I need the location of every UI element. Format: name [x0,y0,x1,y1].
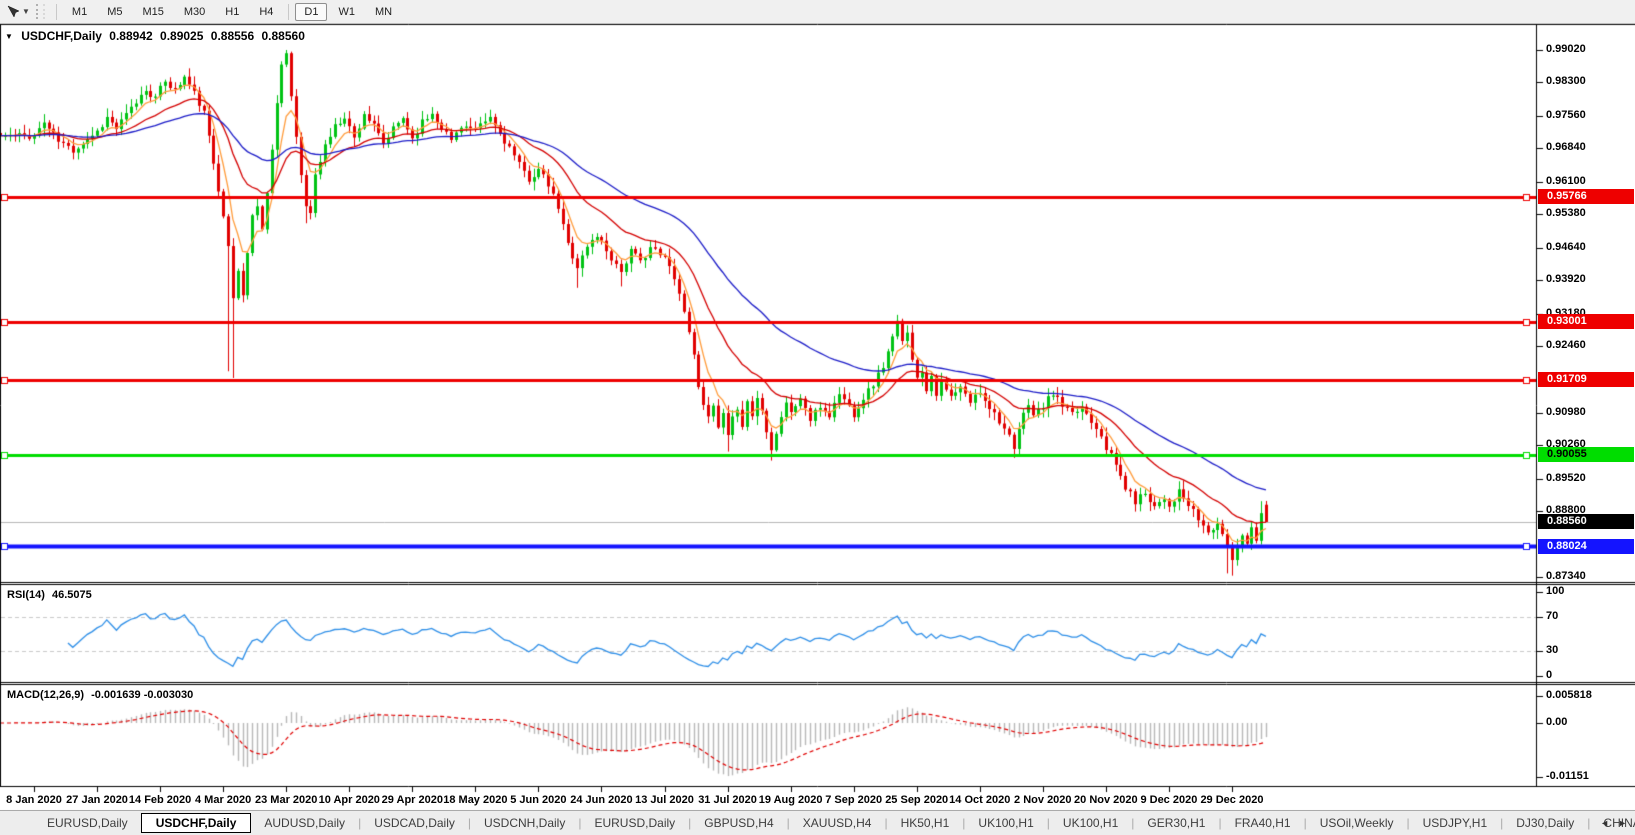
tab-hk50-h1[interactable]: HK50,H1 [888,813,963,833]
chart-canvas[interactable] [0,0,1635,835]
price-axis-tick: 0.90980 [1546,405,1586,418]
low-value: 0.88556 [210,29,255,43]
price-axis-tick: 0.87340 [1546,570,1586,582]
terminal-window: ▼ M1M5M15M30H1H4D1W1MN ▼ USDCHF,Daily 0.… [0,0,1635,835]
tab-usdcnh-daily[interactable]: USDCNH,Daily [471,813,578,833]
price-axis-tick: 0.99020 [1546,43,1586,55]
chart-tab-bar: EURUSD,Daily USDCHF,Daily AUDUSD,Daily | USD… [0,810,1635,835]
tab-usdchf-daily[interactable]: USDCHF,Daily [140,813,252,833]
chart-title: ▼ USDCHF,Daily 0.88942 0.89025 0.88556 0… [5,29,309,43]
tab-fra40-h1[interactable]: FRA40,H1 [1222,813,1304,833]
level-badge: 0.91709 [1538,372,1634,388]
price-axis-tick: 0.96840 [1546,141,1586,154]
tab-china300-h1[interactable]: CHINA300,H1 [1590,813,1635,833]
rsi-indicator-label: RSI(14) 46.5075 [7,589,96,601]
symbol-period-label: USDCHF,Daily [21,29,102,43]
date-label: 14 Feb 2020 [128,794,192,806]
rsi-axis-tick: 100 [1546,585,1565,597]
rsi-value: 46.5075 [51,589,92,601]
date-label: 18 May 2020 [443,794,508,806]
macd-indicator-label: MACD(12,26,9) -0.001639 -0.003030 [7,689,197,701]
date-label: 24 Jun 2020 [570,794,633,806]
tab-uk100-h1[interactable]: UK100,H1 [1050,813,1131,833]
price-axis-tick: 0.98300 [1546,75,1586,88]
current-price-badge: 0.88560 [1538,514,1634,530]
date-label: 29 Apr 2020 [381,794,443,806]
tab-eurusd-daily[interactable]: EURUSD,Daily [34,813,141,833]
tab-xauusd-h4[interactable]: XAUUSD,H4 [790,813,885,833]
date-label: 10 Apr 2020 [318,794,380,806]
tab-audusd-daily[interactable]: AUDUSD,Daily [251,813,358,833]
tab-uk100-h1[interactable]: UK100,H1 [965,813,1046,833]
date-label: 9 Dec 2020 [1140,794,1198,806]
level-badge: 0.88024 [1538,538,1634,554]
rsi-axis-tick: 30 [1546,643,1559,656]
tab-ger30-h1[interactable]: GER30,H1 [1134,813,1218,833]
collapse-icon[interactable]: ▼ [5,32,13,41]
price-axis-tick: 0.89520 [1546,471,1586,484]
date-label: 4 Mar 2020 [195,794,252,806]
date-label: 23 Mar 2020 [254,794,318,806]
tab-usdjpy-h1[interactable]: USDJPY,H1 [1410,813,1500,833]
date-label: 20 Nov 2020 [1074,794,1138,806]
price-axis-tick: 0.97560 [1546,108,1586,121]
price-axis-tick: 0.92460 [1546,338,1586,351]
tab-gbpusd-h4[interactable]: GBPUSD,H4 [691,813,786,833]
macd-axis-tick: 0.00 [1546,716,1568,728]
rsi-axis-tick: 0 [1546,669,1553,681]
date-label: 2 Nov 2020 [1014,794,1072,806]
price-axis-tick: 0.96100 [1546,174,1586,187]
level-badge: 0.93001 [1538,314,1634,330]
date-label: 8 Jan 2020 [6,794,62,806]
date-label: 25 Sep 2020 [885,794,949,806]
tab-eurusd-daily[interactable]: EURUSD,Daily [581,813,688,833]
level-badge: 0.90055 [1538,447,1634,462]
tab-scroll-left-icon[interactable]: ◄ [1600,818,1609,828]
price-axis-tick: 0.95380 [1546,207,1586,220]
tab-scroll-right-icon[interactable]: ► [1618,818,1627,828]
tab-usoil-weekly[interactable]: USOil,Weekly [1307,813,1407,833]
date-label: 5 Jun 2020 [510,794,567,806]
price-axis-tick: 0.93920 [1546,273,1586,286]
macd-name: MACD(12,26,9) [7,689,85,701]
macd-axis-tick: 0.005818 [1546,688,1592,701]
date-label: 14 Oct 2020 [949,794,1011,806]
high-value: 0.89025 [160,29,204,43]
date-label: 29 Dec 2020 [1200,794,1264,806]
macd-values: -0.001639 -0.003030 [91,689,194,701]
date-label: 19 Aug 2020 [758,794,823,806]
macd-axis-tick: -0.01151 [1546,769,1589,782]
date-label: 7 Sep 2020 [825,794,883,806]
tab-dj30-daily[interactable]: DJ30,Daily [1503,813,1587,833]
rsi-name: RSI(14) [7,589,45,601]
rsi-axis-tick: 70 [1546,610,1559,623]
date-label: 27 Jan 2020 [66,794,128,806]
level-badge: 0.95766 [1538,189,1634,205]
tab-usdcad-daily[interactable]: USDCAD,Daily [361,813,468,833]
close-value: 0.88560 [261,29,305,43]
date-label: 31 Jul 2020 [698,794,757,806]
price-axis-tick: 0.94640 [1546,240,1586,253]
open-value: 0.88942 [109,29,153,43]
date-label: 13 Jul 2020 [635,794,694,806]
